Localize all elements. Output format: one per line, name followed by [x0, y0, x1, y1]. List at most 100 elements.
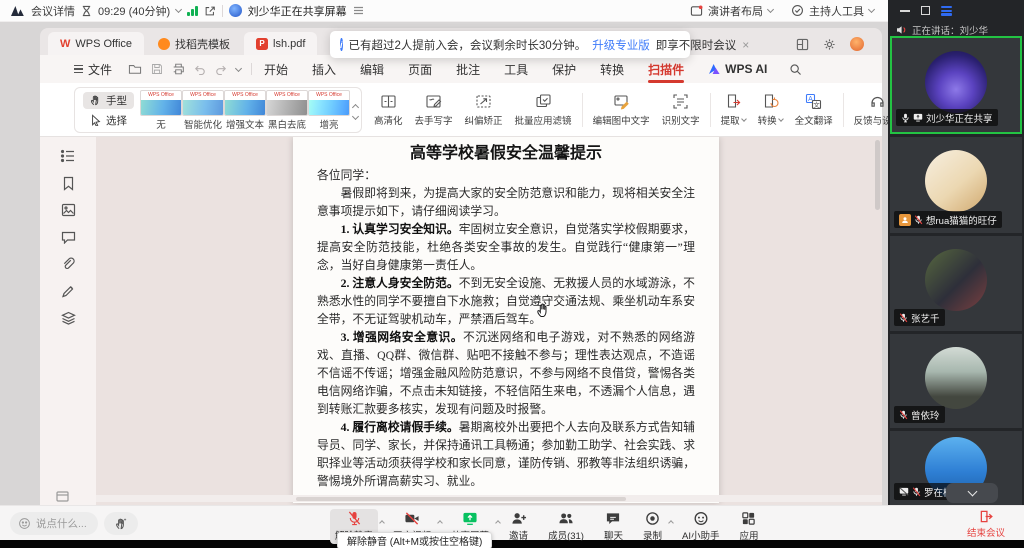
unmute-tooltip: 解除静音 (Alt+M或按住空格键) — [337, 532, 492, 548]
meeting-details-button[interactable]: 会议详情 — [31, 3, 75, 19]
share-screen-icon — [462, 511, 478, 526]
collapse-participants-button[interactable] — [946, 483, 998, 503]
page-view-toggle-icon[interactable] — [56, 491, 69, 502]
outline-list-icon[interactable] — [55, 147, 81, 165]
video-options-chevron-icon[interactable] — [438, 517, 442, 528]
participants-sidebar: 正在讲话：刘少华 刘少华正在共享 想rua猫猫的旺仔 张艺千 — [888, 0, 1024, 505]
meeting-bottombar: 说点什么... 解除静音 开启视频 共享屏幕 邀请 — [0, 505, 1024, 540]
filters-scroll-down-icon[interactable] — [352, 112, 359, 119]
batch-apply-filter-button[interactable]: 批量应用滤镜 — [509, 93, 578, 127]
upgrade-pro-link[interactable]: 升级专业版 — [592, 37, 650, 53]
wps-account-avatar[interactable] — [850, 37, 864, 51]
host-tools-chevron-icon[interactable] — [868, 6, 875, 13]
tab-lsh-pdf[interactable]: P lsh.pdf — [244, 32, 317, 55]
minimize-icon[interactable] — [900, 10, 910, 12]
menu-page[interactable]: 页面 — [396, 61, 444, 78]
print-icon[interactable] — [172, 63, 185, 75]
presenter-layout-chevron-icon[interactable] — [767, 6, 774, 13]
participant-tile[interactable]: 张艺千 — [890, 236, 1022, 331]
filter-enhance-text[interactable]: WPS Office 增强文本 — [224, 90, 266, 131]
sharing-status: 刘少华正在共享屏幕 — [248, 3, 347, 19]
select-tool-button[interactable]: 选择 — [83, 112, 134, 129]
undo-icon[interactable] — [194, 64, 206, 75]
menu-insert[interactable]: 插入 — [300, 61, 348, 78]
mic-options-chevron-icon[interactable] — [380, 517, 384, 528]
menu-wps-ai[interactable]: WPS AI — [696, 62, 779, 76]
menu-tools[interactable]: 工具 — [492, 61, 540, 78]
ai-assistant-button[interactable]: AI小助手 — [677, 509, 724, 544]
open-folder-icon[interactable] — [128, 63, 142, 75]
share-link-icon[interactable] — [204, 5, 216, 17]
screen: 会议详情 09:29 (40分钟) 刘少华正在共享屏幕 演讲者布局 主持人工具 — [0, 0, 1024, 548]
file-menu[interactable]: 文件 — [74, 61, 118, 78]
end-meeting-button[interactable]: 结束会议 — [953, 510, 1019, 539]
redo-icon[interactable] — [215, 64, 227, 75]
filter-smart-optimize[interactable]: WPS Office 智能优化 — [182, 90, 224, 131]
convert-button[interactable]: 转换 — [752, 93, 789, 127]
edit-image-text-button[interactable]: 编辑图中文字 — [587, 93, 656, 127]
maximize-icon[interactable] — [921, 6, 930, 15]
ocr-button[interactable]: 识别文字 — [656, 93, 706, 127]
filter-panel: 手型 选择 WPS Office 无 WPS Office 智能优化 WPS — [74, 87, 362, 133]
layout-toggle-icon[interactable] — [941, 6, 952, 16]
layers-icon[interactable] — [55, 309, 81, 327]
timer-chevron-icon[interactable] — [175, 6, 182, 13]
mouse-hand-cursor — [536, 302, 551, 318]
participant-avatar — [925, 51, 987, 113]
chat-button[interactable]: 聊天 — [599, 509, 628, 544]
participant-tile[interactable]: 想rua猫猫的旺仔 — [890, 137, 1022, 233]
participant-tile[interactable]: 刘少华正在共享 — [890, 36, 1022, 134]
hd-enhance-button[interactable]: 高清化 — [368, 93, 409, 127]
thumbnail-image-icon[interactable] — [55, 201, 81, 219]
raise-hand-button[interactable] — [104, 512, 138, 535]
meeting-timer[interactable]: 09:29 (40分钟) — [98, 3, 170, 19]
invite-button[interactable]: 邀请 — [504, 509, 533, 544]
comment-icon[interactable] — [55, 228, 81, 246]
doc-item-2: 2. 注意人身安全防范。不到无安全设施、无救援人员的水域游泳，不熟悉水性的同学不… — [317, 274, 695, 328]
apps-button[interactable]: 应用 — [734, 509, 763, 544]
network-signal-icon[interactable] — [187, 6, 198, 16]
filter-none[interactable]: WPS Office 无 — [140, 90, 182, 131]
share-options-chevron-icon[interactable] — [496, 517, 500, 528]
presenter-layout-button[interactable]: 演讲者布局 — [708, 3, 763, 19]
remove-handwriting-button[interactable]: 去手写字 — [409, 93, 459, 127]
hand-tool-button[interactable]: 手型 — [83, 92, 134, 109]
members-button[interactable]: 成员(31) — [543, 509, 589, 544]
speaker-icon — [896, 25, 907, 35]
doc-horizontal-scrollbar[interactable] — [96, 495, 882, 502]
record-options-chevron-icon[interactable] — [669, 517, 673, 528]
menu-scan-active[interactable]: 扫描件 — [636, 61, 696, 78]
filter-brighten[interactable]: WPS Office 增亮 — [308, 90, 350, 131]
deskew-button[interactable]: 纠偏矫正 — [459, 93, 509, 127]
search-icon[interactable] — [789, 63, 802, 76]
wps-settings-gear-icon[interactable] — [823, 38, 836, 51]
menu-edit[interactable]: 编辑 — [348, 61, 396, 78]
menu-protect[interactable]: 保护 — [540, 61, 588, 78]
toast-close-icon[interactable]: × — [742, 38, 749, 52]
extract-button[interactable]: 提取 — [715, 93, 752, 127]
tab-wps-office[interactable]: W WPS Office — [48, 32, 144, 55]
more-commands-chevron-icon[interactable] — [235, 64, 242, 71]
translate-button[interactable]: A文 全文翻译 — [789, 93, 839, 127]
document-area[interactable]: 高等学校暑假安全温馨提示 各位同学： 暑假即将到来，为提高大家的安全防范意识和能… — [96, 137, 882, 505]
participant-name-label: 曾依玲 — [894, 406, 945, 423]
host-tools-button[interactable]: 主持人工具 — [809, 3, 864, 19]
filter-bw-clean[interactable]: WPS Office 黑白去底 — [266, 90, 308, 131]
menu-home[interactable]: 开始 — [252, 61, 300, 78]
tab-docer-templates[interactable]: 找稻壳模板 — [146, 32, 242, 55]
wps-vertical-scrollbar[interactable] — [875, 140, 880, 210]
mic-on-icon — [901, 113, 910, 123]
signature-pen-icon[interactable] — [55, 282, 81, 300]
doc-intro: 暑假即将到来，为提高大家的安全防范意识和能力，现将相关安全注意事项提示如下，请仔… — [317, 184, 695, 220]
menu-convert[interactable]: 转换 — [588, 61, 636, 78]
bookmark-icon[interactable] — [55, 174, 81, 192]
participant-tile[interactable]: 曾依玲 — [890, 334, 1022, 428]
menu-comment[interactable]: 批注 — [444, 61, 492, 78]
filters-scroll-up-icon[interactable] — [352, 103, 359, 110]
save-icon[interactable] — [151, 63, 163, 75]
wps-layout-icon[interactable] — [796, 38, 809, 51]
sharing-toolbar-icon[interactable] — [353, 6, 364, 15]
attachment-icon[interactable] — [55, 255, 81, 273]
record-button[interactable]: 录制 — [638, 509, 667, 544]
chat-message-input[interactable]: 说点什么... — [10, 512, 98, 535]
